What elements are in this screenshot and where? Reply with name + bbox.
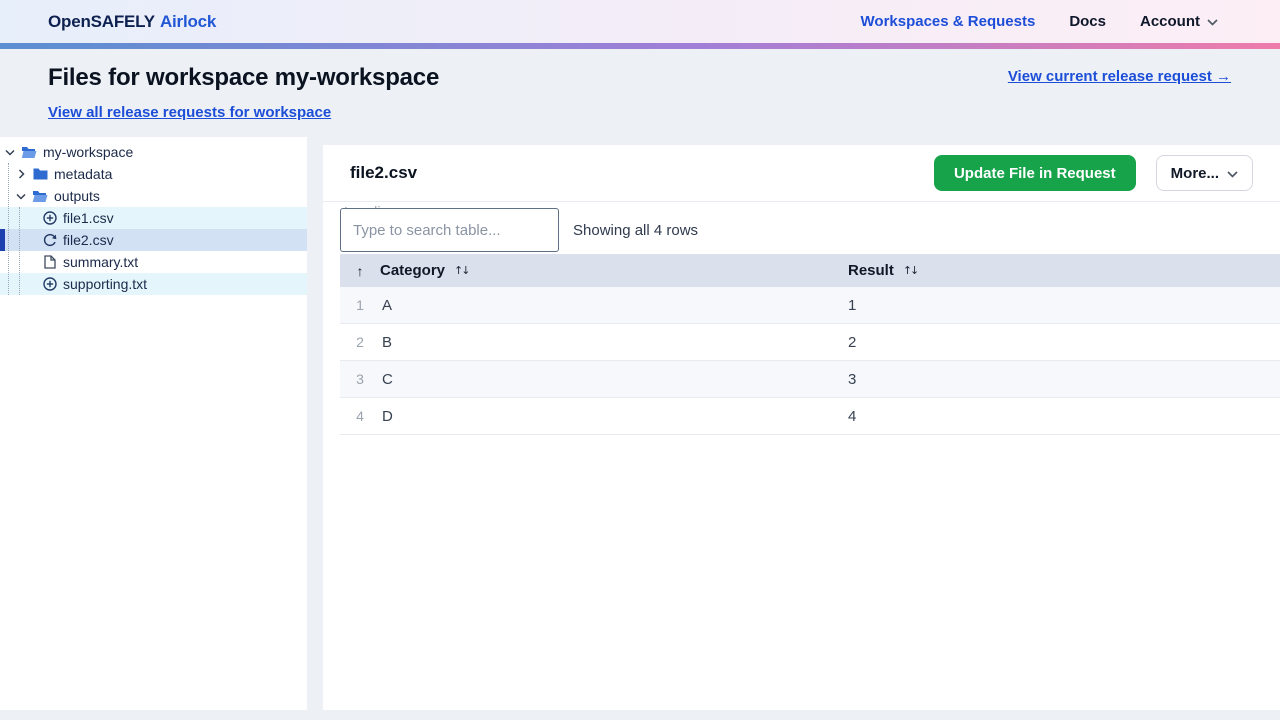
page-header: Files for workspace my-workspace View al… xyxy=(0,49,1280,137)
file-title: file2.csv xyxy=(350,163,417,183)
selected-indicator-bar xyxy=(0,229,5,251)
folder-icon xyxy=(32,166,48,182)
more-button-label: More... xyxy=(1171,165,1219,182)
tree-item-outputs[interactable]: outputs xyxy=(0,185,307,207)
tree-item-label: supporting.txt xyxy=(63,276,147,292)
tree-item-supporting-txt[interactable]: supporting.txt xyxy=(0,273,307,295)
sort-icon: ↑↓ xyxy=(903,264,917,277)
more-button[interactable]: More... xyxy=(1156,155,1253,191)
chevron-down-icon xyxy=(1207,13,1218,30)
tree-guide-line xyxy=(19,207,20,295)
folder-open-icon xyxy=(32,188,48,204)
document-icon xyxy=(42,255,57,270)
plus-circle-icon xyxy=(42,211,57,226)
tree-item-label: my-workspace xyxy=(43,144,133,160)
row-index: 1 xyxy=(340,297,380,313)
cell-result: 4 xyxy=(848,408,1280,425)
column-label: Category xyxy=(380,262,445,279)
view-all-release-requests-link[interactable]: View all release requests for workspace xyxy=(48,104,331,121)
view-current-release-request-link[interactable]: View current release request → xyxy=(1008,68,1231,85)
tree-item-label: metadata xyxy=(54,166,112,182)
cell-result: 3 xyxy=(848,371,1280,388)
table-row: 3 C 3 xyxy=(340,361,1280,398)
tree-item-label: summary.txt xyxy=(63,254,138,270)
table-row: 2 B 2 xyxy=(340,324,1280,361)
table-row: 1 A 1 xyxy=(340,287,1280,324)
cell-category: D xyxy=(380,408,848,425)
tree-item-metadata[interactable]: metadata xyxy=(0,163,307,185)
cell-category: B xyxy=(380,334,848,351)
app-logo[interactable]: OpenSAFELY Airlock xyxy=(48,12,216,32)
logo-opensafely: OpenSAFELY xyxy=(48,12,155,31)
navbar: OpenSAFELY Airlock Workspaces & Requests … xyxy=(0,0,1280,43)
rows-summary: Showing all 4 rows xyxy=(573,222,698,239)
folder-open-icon xyxy=(21,144,37,160)
plus-circle-icon xyxy=(42,277,57,292)
column-label: Result xyxy=(848,262,894,279)
row-index: 2 xyxy=(340,334,380,350)
chevron-down-icon[interactable] xyxy=(15,190,27,202)
updated-icon xyxy=(42,233,57,248)
column-header-result[interactable]: Result ↑↓ xyxy=(848,262,1280,279)
sort-icon: ↑↓ xyxy=(454,264,468,277)
tree-guide-line xyxy=(8,163,9,295)
file-actions: Update File in Request More... xyxy=(934,155,1253,191)
table-row: 4 D 4 xyxy=(340,398,1280,435)
tree-item-summary-txt[interactable]: summary.txt xyxy=(0,251,307,273)
cell-category: C xyxy=(380,371,848,388)
csv-table: ↑ Category ↑↓ Result ↑↓ 1 A 1 2 B 2 3 C … xyxy=(340,254,1280,435)
tree-item-label: file2.csv xyxy=(63,232,114,248)
chevron-right-icon[interactable] xyxy=(15,168,27,180)
tree-item-label: file1.csv xyxy=(63,210,114,226)
chevron-down-icon[interactable] xyxy=(4,146,16,158)
tree-item-file1-csv[interactable]: file1.csv xyxy=(0,207,307,229)
update-file-in-request-button[interactable]: Update File in Request xyxy=(934,155,1136,191)
column-header-category[interactable]: Category ↑↓ xyxy=(380,262,848,279)
account-menu[interactable]: Account xyxy=(1140,13,1218,30)
tree-item-label: outputs xyxy=(54,188,100,204)
account-label: Account xyxy=(1140,13,1200,30)
cell-result: 1 xyxy=(848,297,1280,314)
file-content-panel: file2.csv Update File in Request More...… xyxy=(323,145,1280,710)
table-header-row: ↑ Category ↑↓ Result ↑↓ xyxy=(340,254,1280,287)
table-toolbar: Loading Showing all 4 rows xyxy=(323,202,1280,254)
nav-links: Workspaces & Requests Docs Account xyxy=(861,13,1218,30)
tree-item-file2-csv[interactable]: file2.csv xyxy=(0,229,307,251)
index-sort-icon[interactable]: ↑ xyxy=(340,263,380,279)
cell-result: 2 xyxy=(848,334,1280,351)
row-index: 3 xyxy=(340,371,380,387)
chevron-down-icon xyxy=(1227,165,1238,182)
row-index: 4 xyxy=(340,408,380,424)
nav-workspaces-requests-link[interactable]: Workspaces & Requests xyxy=(861,13,1036,30)
tree-item-my-workspace[interactable]: my-workspace xyxy=(0,141,307,163)
nav-docs-link[interactable]: Docs xyxy=(1069,13,1106,30)
cell-category: A xyxy=(380,297,848,314)
file-tree-sidebar: my-workspace metadata outputs file xyxy=(0,137,307,710)
file-header: file2.csv Update File in Request More... xyxy=(323,145,1280,202)
file-tree: my-workspace metadata outputs file xyxy=(0,141,307,295)
logo-airlock: Airlock xyxy=(160,12,216,31)
search-input[interactable] xyxy=(340,208,559,252)
